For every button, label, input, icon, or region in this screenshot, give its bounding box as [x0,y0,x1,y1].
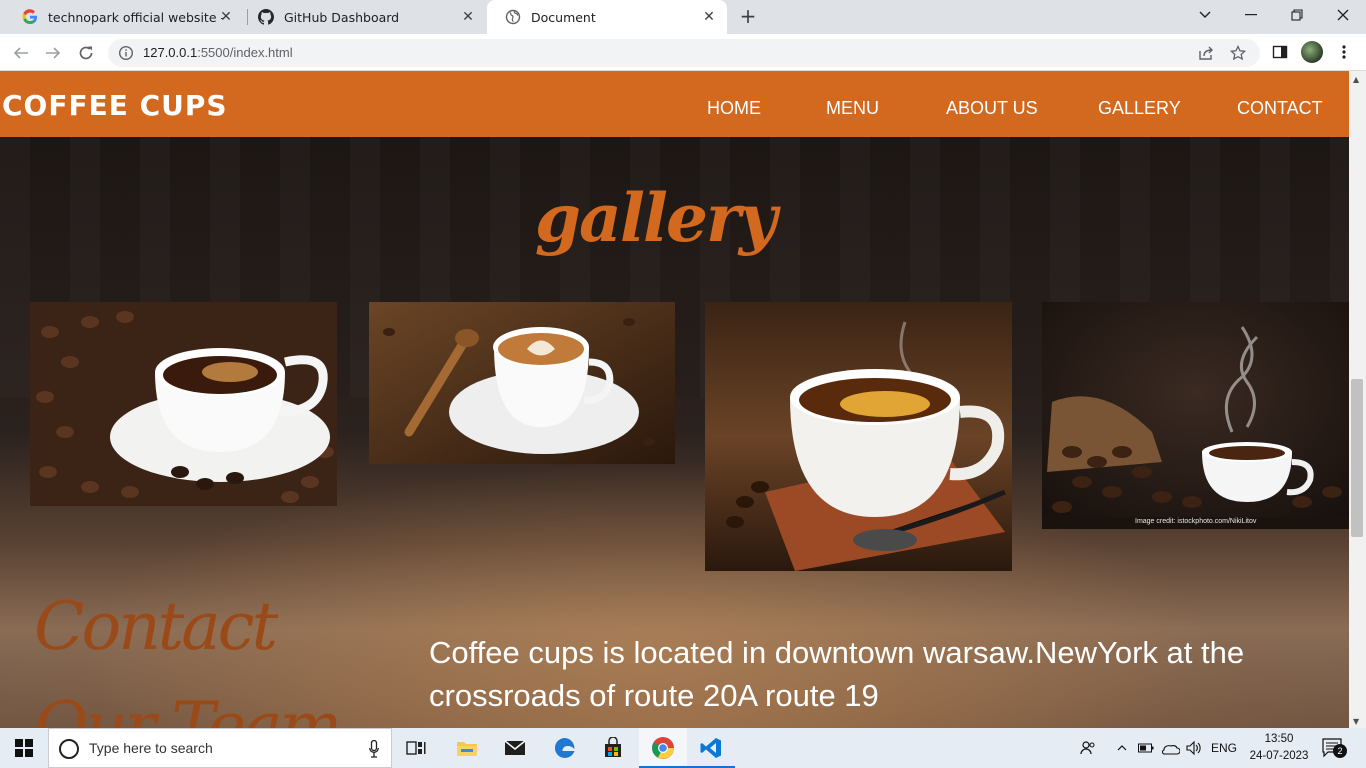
search-placeholder: Type here to search [89,740,213,756]
battery-icon[interactable] [1136,728,1156,768]
taskbar-search-box[interactable]: Type here to search [48,728,392,768]
tab-title: Document [531,9,596,25]
close-tab-icon[interactable]: ✕ [701,9,717,25]
url-host: 127.0.0.1 [143,45,198,60]
new-tab-button[interactable]: + [738,6,758,28]
forward-arrow-icon[interactable] [40,40,66,66]
tab-github[interactable]: GitHub Dashboard ✕ [240,0,486,34]
photo-credit: Image credit: istockphoto.com/NikiLitov [1135,518,1257,525]
url-text: 127.0.0.1:5500/index.html [143,45,293,60]
tab-search-chevron-icon[interactable] [1182,0,1228,30]
side-panel-icon[interactable] [1270,42,1290,62]
back-arrow-icon[interactable] [8,40,34,66]
cortana-icon [59,739,79,759]
language-indicator[interactable]: ENG [1208,728,1240,768]
google-icon [22,9,38,25]
reload-icon[interactable] [73,40,99,66]
scroll-thumb[interactable] [1351,379,1363,537]
close-window-icon[interactable] [1320,0,1366,30]
chrome-icon[interactable] [639,728,687,768]
tab-title: technopark official website - Goo [48,9,224,25]
page-scrollbar[interactable]: ▲ ▼ [1349,71,1366,728]
restore-icon[interactable] [1274,0,1320,30]
edge-browser-icon[interactable] [541,728,589,768]
globe-icon [505,9,521,25]
github-icon [258,9,274,25]
minimize-icon[interactable] [1228,0,1274,30]
windows-taskbar: Type here to search ENG 13:50 24-07-2023… [0,728,1366,768]
notification-center-icon[interactable]: 2 [1322,738,1347,758]
scroll-down-arrow-icon[interactable]: ▼ [1353,717,1359,726]
mail-icon[interactable] [491,728,539,768]
nav-gallery[interactable]: GALLERY [1098,98,1181,119]
tab-title: GitHub Dashboard [284,9,400,25]
menu-kebab-icon[interactable] [1334,42,1354,62]
notification-count-badge: 2 [1333,744,1347,758]
contact-description: Coffee cups is located in downtown warsa… [429,635,1245,713]
microsoft-store-icon[interactable] [589,728,637,768]
gallery-heading: gallery [534,179,777,257]
people-icon[interactable] [1076,728,1100,768]
tab-technopark[interactable]: technopark official website - Goo ✕ [4,0,244,34]
tab-document[interactable]: Document ✕ [487,0,727,34]
web-page: COFFEE CUPS HOME MENU ABOUT US GALLERY C… [0,71,1349,728]
nav-menu[interactable]: MENU [826,98,879,119]
close-tab-icon[interactable]: ✕ [460,9,476,25]
nav-about-us[interactable]: ABOUT US [946,98,1038,119]
volume-icon[interactable] [1184,728,1204,768]
profile-avatar[interactable] [1301,41,1323,63]
task-view-icon[interactable] [392,728,440,768]
file-explorer-icon[interactable] [443,728,491,768]
taskbar-clock[interactable]: 13:50 24-07-2023 [1248,731,1310,765]
tab-strip: technopark official website - Goo ✕ GitH… [0,0,1366,34]
bookmark-star-icon[interactable] [1228,43,1248,63]
scroll-up-arrow-icon[interactable]: ▲ [1353,75,1359,84]
browser-toolbar: 127.0.0.1:5500/index.html [0,34,1366,71]
site-brand[interactable]: COFFEE CUPS [2,89,228,122]
nav-contact[interactable]: CONTACT [1237,98,1323,119]
gallery-photo-1 [30,302,337,506]
windows-start-icon[interactable] [0,728,48,768]
gallery-photo-2 [369,302,675,464]
clock-time: 13:50 [1264,733,1294,745]
site-info-icon[interactable] [118,45,134,61]
network-icon[interactable] [1160,728,1182,768]
contact-heading: Contact Our Team [34,588,342,728]
close-tab-icon[interactable]: ✕ [218,9,234,25]
vscode-icon[interactable] [687,728,735,768]
address-bar[interactable]: 127.0.0.1:5500/index.html [108,39,1260,67]
gallery-photo-4: Image credit: istockphoto.com/NikiLitov [1042,302,1349,529]
microphone-icon[interactable] [369,739,379,758]
nav-home[interactable]: HOME [707,98,761,119]
share-icon[interactable] [1196,43,1216,63]
show-hidden-icons-chevron-icon[interactable] [1112,728,1132,768]
clock-date: 24-07-2023 [1249,750,1309,762]
gallery-photo-3 [705,302,1012,571]
url-path: :5500/index.html [197,45,293,60]
site-navbar: COFFEE CUPS HOME MENU ABOUT US GALLERY C… [0,71,1349,137]
